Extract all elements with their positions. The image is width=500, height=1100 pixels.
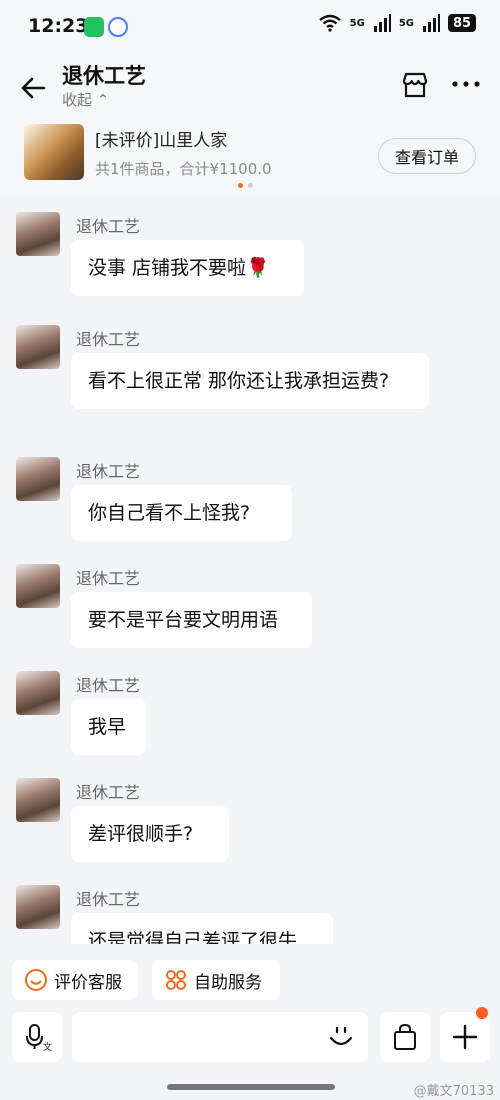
order-summary: 共1件商品，合计¥1100.0 (95, 160, 272, 178)
chat-message-list[interactable]: 退休工艺 没事 店铺我不要啦🌹 退休工艺 看不上很正常 那你还让我承担运费? 退… (0, 196, 500, 944)
avatar[interactable] (16, 212, 60, 256)
watermark: @戴文70133 (413, 1084, 494, 1099)
status-bar: 12:23 5G 5G 85 (0, 0, 500, 56)
avatar[interactable] (16, 325, 60, 369)
view-order-button[interactable]: 查看订单 (378, 138, 476, 174)
microphone-icon: 文 (26, 1024, 52, 1052)
wechat-icon (84, 17, 104, 37)
message-bubble[interactable]: 没事 店铺我不要啦🌹 (71, 240, 304, 296)
message-bubble[interactable]: 还是觉得自己差评了很牛 (71, 913, 333, 944)
carousel-dot-active (238, 183, 243, 188)
order-title: [未评价]山里人家 (95, 131, 228, 151)
home-indicator[interactable] (167, 1084, 335, 1090)
emoji-icon[interactable] (326, 1022, 356, 1052)
status-indicators: 5G 5G 85 (318, 14, 476, 32)
more-icon[interactable] (448, 74, 484, 94)
shopping-bag-icon (394, 1023, 416, 1050)
sender-name: 退休工艺 (76, 569, 141, 588)
avatar[interactable] (16, 778, 60, 822)
message-input[interactable] (72, 1012, 368, 1062)
message-bubble[interactable]: 我早 (71, 699, 146, 755)
bottom-toolbar: 评价客服 自助服务 文 @戴文70133 (0, 944, 500, 1100)
eval-service-button[interactable]: 评价客服 (12, 960, 138, 1000)
sender-name: 退休工艺 (76, 676, 141, 695)
more-actions-button[interactable] (440, 1007, 490, 1062)
product-thumbnail (24, 124, 84, 180)
input-row: 文 (0, 1007, 500, 1064)
smiley-icon (25, 969, 47, 991)
avatar[interactable] (16, 457, 60, 501)
eval-service-label: 评价客服 (54, 972, 122, 993)
self-service-button[interactable]: 自助服务 (152, 960, 280, 1000)
signal-icon-2 (423, 14, 440, 32)
avatar[interactable] (16, 564, 60, 608)
message-bubble[interactable]: 你自己看不上怪我? (71, 485, 292, 541)
status-time: 12:23 (28, 15, 89, 37)
signal-icon-1 (373, 14, 391, 32)
svg-text:文: 文 (43, 1041, 52, 1052)
battery-indicator: 85 (448, 14, 476, 32)
message-bubble[interactable]: 看不上很正常 那你还让我承担运费? (71, 353, 429, 409)
self-service-label: 自助服务 (194, 972, 262, 993)
message-bubble[interactable]: 差评很顺手? (71, 806, 229, 862)
collapse-label: 收起 (62, 91, 93, 109)
chat-title: 退休工艺 (62, 64, 146, 88)
browser-icon (108, 17, 128, 37)
sender-name: 退休工艺 (76, 783, 141, 802)
carousel-dot (248, 183, 253, 188)
sender-name: 退休工艺 (76, 217, 141, 236)
wifi-icon (318, 14, 341, 32)
shop-icon[interactable] (400, 70, 430, 100)
carousel-indicator (238, 183, 253, 188)
signal-label-1: 5G (349, 17, 365, 29)
collapse-toggle[interactable]: 收起 ⌃ (62, 89, 109, 110)
shopping-bag-button[interactable] (380, 1012, 430, 1062)
back-arrow-icon[interactable] (18, 72, 50, 104)
notification-dot (476, 1007, 488, 1019)
grid-icon (166, 970, 186, 990)
sender-name: 退休工艺 (76, 890, 141, 909)
sender-name: 退休工艺 (76, 462, 141, 481)
plus-icon (452, 1024, 478, 1050)
order-card[interactable]: [未评价]山里人家 共1件商品，合计¥1100.0 查看订单 (0, 118, 500, 196)
voice-input-button[interactable]: 文 (12, 1012, 62, 1062)
signal-label-2: 5G (398, 17, 414, 29)
chevron-up-icon: ⌃ (96, 91, 110, 109)
message-bubble[interactable]: 要不是平台要文明用语 (71, 592, 312, 648)
avatar[interactable] (16, 671, 60, 715)
avatar[interactable] (16, 885, 60, 929)
chat-header: 退休工艺 收起 ⌃ (0, 56, 500, 118)
sender-name: 退休工艺 (76, 330, 141, 349)
